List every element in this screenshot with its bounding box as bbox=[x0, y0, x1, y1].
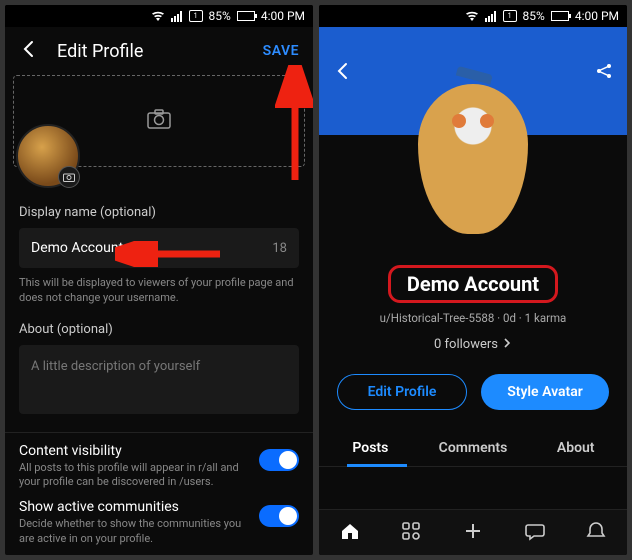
bottom-nav bbox=[319, 509, 627, 555]
content-visibility-row: Content visibility All posts to this pro… bbox=[5, 433, 313, 490]
display-name-counter: 18 bbox=[272, 241, 287, 256]
sim-icon: 1 bbox=[189, 10, 203, 22]
nav-create-icon[interactable] bbox=[462, 520, 484, 546]
banner-upload[interactable] bbox=[13, 75, 305, 167]
battery-icon bbox=[237, 11, 255, 21]
display-name-label: Display name (optional) bbox=[19, 205, 299, 220]
wifi-icon bbox=[151, 10, 165, 22]
followers-label: 0 followers bbox=[434, 337, 498, 352]
tab-comments[interactable]: Comments bbox=[422, 430, 525, 466]
tab-posts[interactable]: Posts bbox=[319, 430, 422, 466]
wifi-icon bbox=[465, 10, 479, 22]
clock: 4:00 PM bbox=[575, 9, 619, 23]
signal-icon bbox=[171, 10, 183, 22]
show-active-sub: Decide whether to show the communities y… bbox=[19, 517, 249, 546]
page-title: Edit Profile bbox=[57, 41, 245, 62]
nav-home-icon[interactable] bbox=[339, 520, 361, 546]
style-avatar-button[interactable]: Style Avatar bbox=[481, 374, 609, 410]
camera-badge-icon bbox=[58, 166, 80, 188]
edit-profile-screen: 1 85% 4:00 PM Edit Profile SAVE Display … bbox=[5, 5, 313, 555]
tab-about[interactable]: About bbox=[524, 430, 627, 466]
share-icon[interactable] bbox=[595, 62, 613, 84]
show-active-toggle[interactable] bbox=[259, 505, 299, 527]
battery-percent: 85% bbox=[209, 9, 231, 23]
nav-chat-icon[interactable] bbox=[524, 520, 546, 546]
about-input[interactable]: A little description of yourself bbox=[19, 345, 299, 414]
display-name-hint: This will be displayed to viewers of you… bbox=[19, 276, 299, 306]
back-icon[interactable] bbox=[333, 61, 353, 85]
content-visibility-sub: All posts to this profile will appear in… bbox=[19, 461, 249, 490]
chevron-right-icon bbox=[502, 337, 512, 352]
followers-button[interactable]: 0 followers bbox=[434, 337, 512, 352]
annotation-arrow-name bbox=[115, 241, 225, 267]
avatar-upload[interactable] bbox=[16, 124, 80, 188]
profile-avatar[interactable] bbox=[408, 79, 538, 239]
save-button[interactable]: SAVE bbox=[263, 43, 299, 59]
show-active-title: Show active communities bbox=[19, 499, 249, 515]
edit-profile-button[interactable]: Edit Profile bbox=[337, 374, 467, 410]
clock: 4:00 PM bbox=[261, 9, 305, 23]
status-bar: 1 85% 4:00 PM bbox=[5, 5, 313, 27]
sim-icon: 1 bbox=[503, 10, 517, 22]
about-label: About (optional) bbox=[19, 322, 299, 337]
battery-icon bbox=[551, 11, 569, 21]
nav-discover-icon[interactable] bbox=[400, 520, 422, 546]
profile-display-name: Demo Account bbox=[388, 265, 558, 303]
annotation-arrow-save bbox=[275, 65, 313, 185]
content-visibility-title: Content visibility bbox=[19, 443, 249, 459]
profile-screen: 1 85% 4:00 PM Demo Account u/Historical-… bbox=[319, 5, 627, 555]
profile-meta: u/Historical-Tree-5588 · 0d · 1 karma bbox=[319, 311, 627, 325]
content-visibility-toggle[interactable] bbox=[259, 449, 299, 471]
back-icon[interactable] bbox=[19, 39, 39, 63]
tab-indicator bbox=[347, 464, 407, 467]
signal-icon bbox=[485, 10, 497, 22]
show-active-row: Show active communities Decide whether t… bbox=[5, 489, 313, 546]
camera-icon bbox=[147, 109, 171, 133]
top-bar: Edit Profile SAVE bbox=[5, 27, 313, 75]
battery-percent: 85% bbox=[523, 9, 545, 23]
status-bar: 1 85% 4:00 PM bbox=[319, 5, 627, 27]
nav-inbox-icon[interactable] bbox=[585, 520, 607, 546]
